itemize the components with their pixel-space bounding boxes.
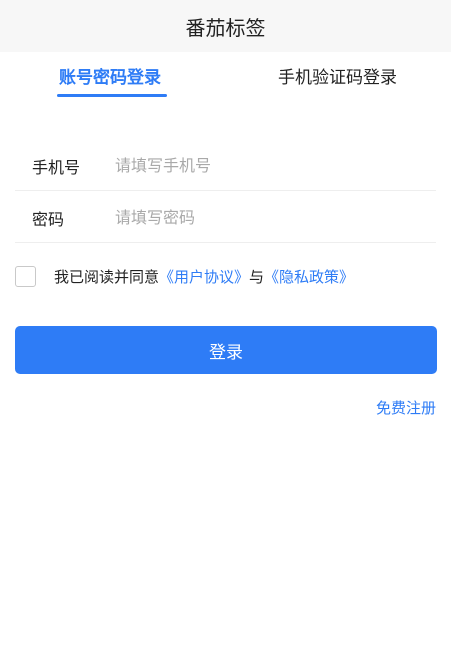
page-title: 番茄标签 bbox=[185, 15, 266, 40]
agreement-separator: 与 bbox=[249, 267, 265, 286]
password-input[interactable] bbox=[100, 208, 436, 227]
user-agreement-link[interactable]: 《用户协议》 bbox=[159, 266, 249, 287]
phone-label: 手机号 bbox=[32, 157, 81, 177]
password-row: 密码 bbox=[15, 193, 436, 243]
login-button[interactable]: 登录 bbox=[15, 326, 437, 374]
active-tab-indicator bbox=[57, 94, 167, 97]
agreement-row: 我已阅读并同意 《用户协议》与《隐私政策》 bbox=[15, 264, 354, 288]
privacy-policy-link[interactable]: 《隐私政策》 bbox=[264, 266, 354, 287]
password-label: 密码 bbox=[32, 209, 65, 229]
agreement-checkbox[interactable] bbox=[15, 265, 36, 287]
tab-account-password[interactable]: 账号密码登录 bbox=[59, 67, 161, 89]
phone-row: 手机号 bbox=[15, 141, 436, 191]
tab-sms-code[interactable]: 手机验证码登录 bbox=[278, 67, 397, 89]
page-header: 番茄标签 bbox=[0, 0, 451, 52]
register-link[interactable]: 免费注册 bbox=[376, 397, 436, 418]
phone-input[interactable] bbox=[100, 156, 436, 175]
agreement-prefix: 我已阅读并同意 bbox=[54, 267, 160, 286]
